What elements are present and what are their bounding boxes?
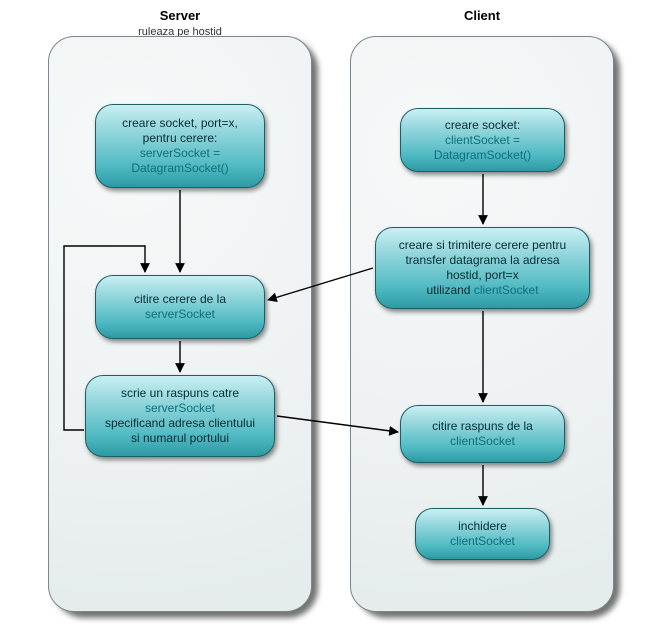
text: creare si trimitere cerere pentru <box>399 238 566 253</box>
server-title: Server <box>160 8 200 23</box>
diagram-canvas: Server ruleaza pe hostid Client creare s… <box>0 0 665 635</box>
text: inchidere <box>458 519 507 534</box>
text: DatagramSocket() <box>131 161 228 176</box>
client-send-request: creare si trimitere cerere pentru transf… <box>375 227 590 309</box>
client-read-response: citire raspuns de la clientSocket <box>400 405 565 463</box>
text: clientSocket <box>450 534 515 549</box>
text: pentru cerere: <box>143 131 218 146</box>
text: DatagramSocket() <box>434 148 531 163</box>
text: si numarul portului <box>131 431 229 446</box>
text: transfer datagrama la adresa <box>405 253 559 268</box>
text: clientSocket = <box>445 133 520 148</box>
client-title: Client <box>464 8 500 23</box>
server-lane-title: Server ruleaza pe hostid <box>48 8 312 38</box>
text: specificand adresa clientului <box>105 416 255 431</box>
text: creare socket: <box>445 118 520 133</box>
server-read-request: citire cerere de la serverSocket <box>95 275 265 339</box>
text: hostid, port=x <box>446 268 518 283</box>
text: serverSocket = <box>140 146 220 161</box>
client-create-socket: creare socket: clientSocket = DatagramSo… <box>400 108 565 172</box>
text: clientSocket <box>450 434 515 449</box>
text: citire raspuns de la <box>432 419 533 434</box>
text: scrie un raspuns catre <box>121 386 239 401</box>
text: creare socket, port=x, <box>122 116 238 131</box>
text: utilizand clientSocket <box>426 283 538 298</box>
text: citire cerere de la <box>134 292 226 307</box>
text: serverSocket <box>145 307 215 322</box>
text: serverSocket <box>145 401 215 416</box>
client-lane-title: Client <box>350 8 614 23</box>
client-close-socket: inchidere clientSocket <box>415 508 550 560</box>
server-create-socket: creare socket, port=x, pentru cerere: se… <box>95 104 265 188</box>
server-write-response: scrie un raspuns catre serverSocket spec… <box>85 375 275 457</box>
